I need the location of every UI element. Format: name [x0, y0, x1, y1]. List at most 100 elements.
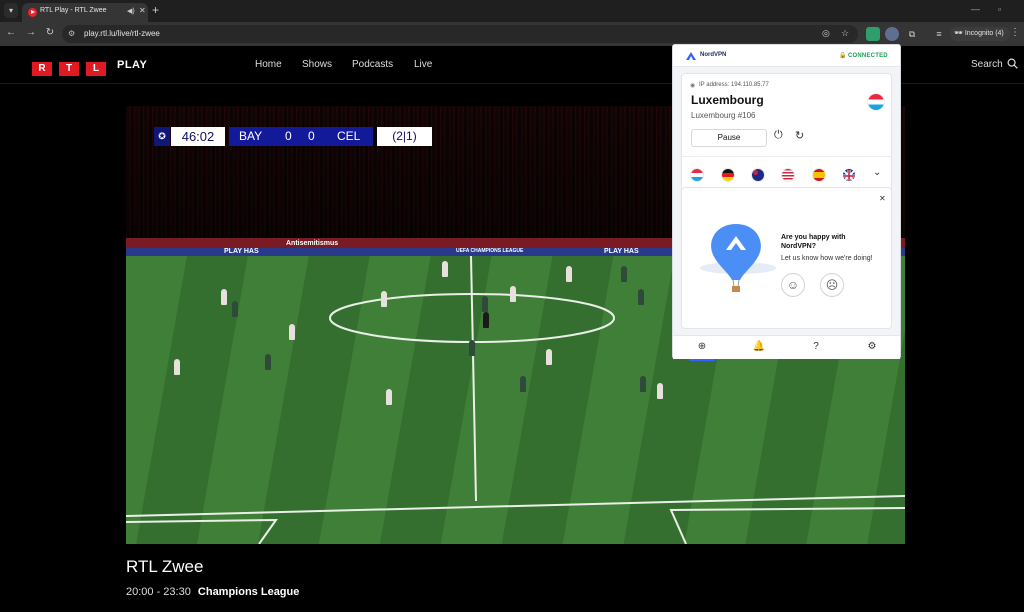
ip-address: IP address: 194.110.85.77: [699, 82, 769, 88]
divider: [682, 156, 891, 157]
match-clock: 46:02: [171, 127, 225, 146]
back-icon[interactable]: ←: [4, 27, 18, 38]
player-figure: [640, 376, 646, 392]
media-controls-icon[interactable]: ≡: [932, 27, 946, 41]
home-score: 0: [285, 129, 292, 143]
player-figure: [520, 376, 526, 392]
player-figure: [221, 289, 227, 305]
url-text[interactable]: play.rtl.lu/live/rtl-zwee: [84, 29, 160, 38]
luxembourg-flag-icon: [868, 94, 884, 110]
program-title: Champions League: [197, 586, 300, 598]
spain-flag-icon[interactable]: [813, 169, 825, 181]
address-bar[interactable]: ⚙ play.rtl.lu/live/rtl-zwee ◎ ☆: [62, 25, 858, 43]
bell-icon[interactable]: 🔔: [752, 340, 766, 354]
away-score: 0: [308, 129, 315, 143]
program-info: 20:00 - 23:30 Champions League: [126, 586, 299, 598]
search-icon[interactable]: [1007, 58, 1018, 69]
player-figure: [289, 324, 295, 340]
settings-icon[interactable]: ⚙: [865, 340, 879, 354]
connection-card: ◉ IP address: 194.110.85.77 Luxembourg L…: [681, 73, 892, 198]
refresh-icon[interactable]: ↻: [795, 129, 804, 142]
program-time: 20:00 - 23:30: [126, 586, 191, 598]
player-figure: [657, 383, 663, 399]
nordvpn-header: NordVPN 🔒 CONNECTED: [673, 45, 900, 67]
united-states-flag-icon[interactable]: [782, 169, 794, 181]
aggregate-score: (2|1): [377, 127, 432, 146]
nordvpn-logo-icon: [686, 52, 696, 60]
champions-league-star-icon: ✪: [154, 127, 170, 146]
united-kingdom-flag-icon[interactable]: [843, 169, 855, 181]
eye-slash-icon[interactable]: ◎: [822, 28, 830, 39]
neutral-face-icon[interactable]: ☹: [820, 273, 844, 297]
globe-icon[interactable]: ⊕: [689, 340, 715, 361]
restore-icon[interactable]: ▫: [998, 4, 1001, 14]
connection-status: CONNECTED: [848, 53, 888, 59]
player-figure: [381, 291, 387, 307]
chevron-down-icon[interactable]: ⌄: [873, 167, 881, 178]
bookmark-star-icon[interactable]: ☆: [841, 28, 849, 39]
incognito-icon: 🕶: [954, 30, 965, 37]
tab-title: RTL Play - RTL Zwee: [40, 7, 107, 14]
nordvpn-popup: NordVPN 🔒 CONNECTED ◉ IP address: 194.11…: [672, 44, 901, 361]
germany-flag-icon[interactable]: [722, 169, 734, 181]
search-label[interactable]: Search: [971, 59, 1003, 70]
connected-server: Luxembourg #106: [691, 111, 756, 120]
location-pin-icon: ◉: [690, 83, 696, 89]
browser-tab-active[interactable]: RTL Play - RTL Zwee ◀) ✕: [22, 3, 148, 22]
extension-icon[interactable]: [866, 27, 880, 41]
nav-podcasts[interactable]: Podcasts: [352, 59, 393, 70]
extensions-puzzle-icon[interactable]: ⧉: [905, 27, 919, 41]
logo-letter-t: T: [59, 62, 79, 76]
player-figure: [621, 266, 627, 282]
away-team: CEL: [337, 129, 361, 143]
logo-letter-r: R: [32, 62, 52, 76]
logo-letter-l: L: [86, 62, 106, 76]
pause-button[interactable]: Pause: [691, 129, 767, 147]
hot-air-balloon-illustration: [700, 224, 776, 292]
browser-tab-bar: ▾ RTL Play - RTL Zwee ◀) ✕ + — ▫: [0, 0, 1024, 22]
nav-home[interactable]: Home: [255, 59, 282, 70]
scoreboard-teams: BAY 0 0 CEL: [229, 127, 373, 146]
nav-live[interactable]: Live: [414, 59, 432, 70]
happy-face-icon[interactable]: ☺: [781, 273, 805, 297]
tab-search-button[interactable]: ▾: [4, 3, 18, 18]
reload-icon[interactable]: ↻: [43, 27, 57, 38]
home-team: BAY: [239, 129, 263, 143]
channel-title: RTL Zwee: [126, 557, 204, 576]
logo-play-text: PLAY: [117, 59, 148, 71]
australia-flag-icon[interactable]: [752, 169, 764, 181]
player-figure: [566, 266, 572, 282]
player-figure: [469, 340, 475, 356]
forward-icon[interactable]: →: [24, 27, 38, 38]
browser-toolbar: ← → ↻ ⚙ play.rtl.lu/live/rtl-zwee ◎ ☆ ⧉ …: [0, 22, 1024, 46]
nordvpn-footer-tabs: ⊕ 🔔 ? ⚙: [673, 335, 900, 361]
player-figure: [638, 289, 644, 305]
luxembourg-flag-icon[interactable]: [691, 169, 703, 181]
nordvpn-brand: NordVPN: [700, 52, 727, 58]
power-icon[interactable]: ⏻: [774, 129, 783, 142]
nordvpn-extension-icon[interactable]: [885, 27, 899, 41]
referee-figure: [483, 312, 489, 328]
close-icon[interactable]: ✕: [879, 194, 886, 203]
incognito-badge[interactable]: 🕶 Incognito (4): [950, 27, 1010, 41]
browser-menu-icon[interactable]: ⋮: [1010, 27, 1020, 38]
rtl-play-favicon-icon: [28, 8, 37, 17]
player-figure: [482, 296, 488, 312]
survey-question: Are you happy with NordVPN?: [781, 234, 846, 250]
player-figure: [442, 261, 448, 277]
minimize-icon[interactable]: —: [971, 4, 980, 14]
survey-subtitle: Let us know how we're doing!: [781, 255, 873, 262]
player-figure: [232, 301, 238, 317]
site-info-icon[interactable]: ⚙: [68, 29, 75, 38]
speaker-icon[interactable]: ◀): [127, 7, 135, 15]
rtl-play-logo[interactable]: RTL PLAY: [32, 58, 147, 76]
player-figure: [174, 359, 180, 375]
help-icon[interactable]: ?: [809, 340, 823, 354]
new-tab-button[interactable]: +: [152, 3, 159, 17]
close-tab-icon[interactable]: ✕: [139, 6, 146, 15]
nav-shows[interactable]: Shows: [302, 59, 332, 70]
player-figure: [510, 286, 516, 302]
player-figure: [386, 389, 392, 405]
player-figure: [546, 349, 552, 365]
connected-country: Luxembourg: [691, 93, 764, 107]
